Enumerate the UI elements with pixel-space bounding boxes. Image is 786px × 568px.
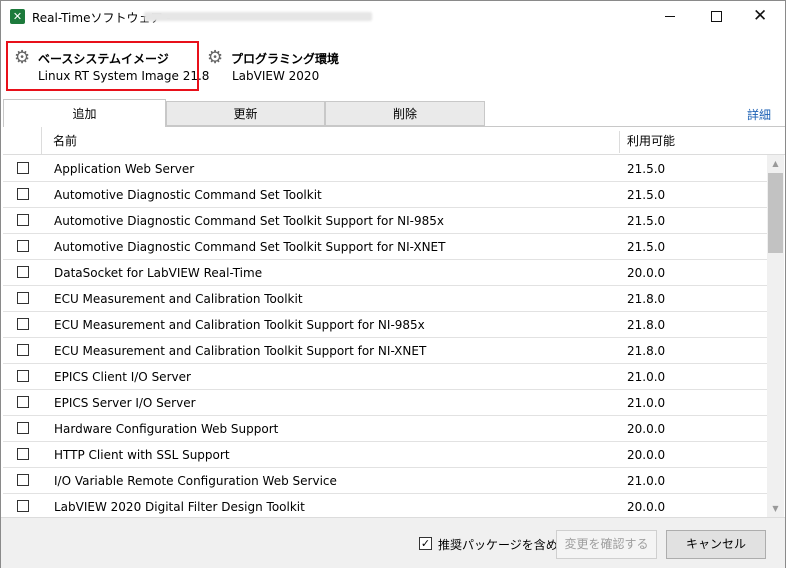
package-name: HTTP Client with SSL Support: [54, 448, 230, 462]
table-row[interactable]: LabVIEW 2020 Digital Filter Design Toolk…: [3, 494, 767, 517]
package-version: 21.5.0: [627, 240, 666, 254]
package-name: ECU Measurement and Calibration Toolkit: [54, 292, 303, 306]
row-checkbox[interactable]: [17, 266, 29, 278]
row-checkbox[interactable]: [17, 422, 29, 434]
tab-remove[interactable]: 削除: [325, 101, 485, 126]
table-row[interactable]: Automotive Diagnostic Command Set Toolki…: [3, 208, 767, 234]
scroll-down-icon[interactable]: ▼: [767, 500, 784, 517]
table-header: 名前 利用可能: [3, 127, 785, 155]
package-version: 21.8.0: [627, 318, 666, 332]
minimize-icon: [665, 16, 675, 17]
row-checkbox[interactable]: [17, 474, 29, 486]
scroll-thumb[interactable]: [768, 173, 783, 253]
package-name: Hardware Configuration Web Support: [54, 422, 279, 436]
table-row[interactable]: EPICS Server I/O Server 21.0.0: [3, 390, 767, 416]
package-version: 21.8.0: [627, 344, 666, 358]
maximize-button[interactable]: [693, 1, 739, 32]
tab-update[interactable]: 更新: [166, 101, 325, 126]
footer: ✓ 推奨パッケージを含める 変更を確認する キャンセル: [1, 517, 785, 568]
scroll-up-icon[interactable]: ▲: [767, 155, 784, 172]
row-checkbox[interactable]: [17, 318, 29, 330]
confirm-changes-button[interactable]: 変更を確認する: [556, 530, 657, 559]
table-row[interactable]: EPICS Client I/O Server 21.0.0: [3, 364, 767, 390]
close-button[interactable]: ✕: [739, 1, 785, 32]
minimize-button[interactable]: [647, 1, 693, 32]
table-row[interactable]: ECU Measurement and Calibration Toolkit 2…: [3, 286, 767, 312]
table-row[interactable]: HTTP Client with SSL Support 20.0.0: [3, 442, 767, 468]
row-checkbox[interactable]: [17, 292, 29, 304]
package-name: Automotive Diagnostic Command Set Toolki…: [54, 214, 444, 228]
row-checkbox[interactable]: [17, 162, 29, 174]
row-checkbox[interactable]: [17, 188, 29, 200]
table-body: Application Web Server 21.5.0 Automotive D…: [3, 156, 767, 517]
redacted-title-text: [144, 12, 372, 21]
row-checkbox[interactable]: [17, 214, 29, 226]
package-version: 21.5.0: [627, 162, 666, 176]
programming-environment-panel[interactable]: ⚙ プログラミング環境 LabVIEW 2020: [205, 42, 365, 89]
table-row[interactable]: Automotive Diagnostic Command Set Toolki…: [3, 234, 767, 260]
package-name: EPICS Server I/O Server: [54, 396, 196, 410]
tab-add[interactable]: 追加: [3, 99, 166, 127]
package-name: ECU Measurement and Calibration Toolkit …: [54, 318, 425, 332]
package-name: DataSocket for LabVIEW Real-Time: [54, 266, 263, 280]
package-name: EPICS Client I/O Server: [54, 370, 191, 384]
package-version: 20.0.0: [627, 448, 666, 462]
table-row[interactable]: Hardware Configuration Web Support 20.0.0: [3, 416, 767, 442]
dialog-window: ✕ Real-Timeソフトウェア - ✕ ⚙ ベースシステムイメージ Linu…: [0, 0, 786, 568]
table-row[interactable]: DataSocket for LabVIEW Real-Time 20.0.0: [3, 260, 767, 286]
base-system-image-panel[interactable]: ⚙ ベースシステムイメージ Linux RT System Image 21.8: [6, 41, 209, 91]
details-link[interactable]: 詳細: [747, 106, 771, 123]
package-name: Automotive Diagnostic Command Set Toolki…: [54, 188, 322, 202]
package-name: Application Web Server: [54, 162, 195, 176]
tab-bar: 追加 更新 削除: [3, 99, 785, 127]
package-version: 20.0.0: [627, 500, 666, 514]
package-version: 21.0.0: [627, 396, 666, 410]
package-version: 21.5.0: [627, 188, 666, 202]
maximize-icon: [711, 11, 722, 22]
table-row[interactable]: Application Web Server 21.5.0: [3, 156, 767, 182]
package-name: LabVIEW 2020 Digital Filter Design Toolk…: [54, 500, 305, 514]
base-image-title: ベースシステムイメージ: [38, 52, 169, 66]
table-row[interactable]: ECU Measurement and Calibration Toolkit …: [3, 338, 767, 364]
package-version: 21.0.0: [627, 474, 666, 488]
close-icon: ✕: [753, 6, 768, 26]
include-recommended-label[interactable]: 推奨パッケージを含める: [438, 536, 570, 553]
package-name: ECU Measurement and Calibration Toolkit …: [54, 344, 427, 358]
package-version: 20.0.0: [627, 266, 666, 280]
row-checkbox[interactable]: [17, 344, 29, 356]
row-checkbox[interactable]: [17, 448, 29, 460]
package-version: 21.0.0: [627, 370, 666, 384]
table-row[interactable]: I/O Variable Remote Configuration Web Se…: [3, 468, 767, 494]
programming-env-title: プログラミング環境: [231, 52, 340, 66]
gear-icon: ⚙: [14, 47, 31, 68]
column-divider: [619, 131, 620, 153]
programming-env-value: LabVIEW 2020: [232, 69, 320, 83]
gear-icon: ⚙: [207, 47, 224, 68]
row-checkbox[interactable]: [17, 240, 29, 252]
package-version: 21.5.0: [627, 214, 666, 228]
column-header-name[interactable]: 名前: [53, 127, 77, 154]
cancel-button[interactable]: キャンセル: [666, 530, 766, 559]
package-table: 名前 利用可能 Application Web Server 21.5.0 Auto…: [3, 127, 785, 517]
app-icon: ✕: [10, 9, 25, 24]
package-version: 20.0.0: [627, 422, 666, 436]
package-name: I/O Variable Remote Configuration Web Se…: [54, 474, 337, 488]
base-image-value: Linux RT System Image 21.8: [38, 69, 210, 83]
select-column-header[interactable]: [3, 127, 42, 154]
table-row[interactable]: Automotive Diagnostic Command Set Toolki…: [3, 182, 767, 208]
package-name: Automotive Diagnostic Command Set Toolki…: [54, 240, 446, 254]
row-checkbox[interactable]: [17, 500, 29, 512]
vertical-scrollbar[interactable]: ▲ ▼: [767, 155, 784, 517]
row-checkbox[interactable]: [17, 396, 29, 408]
table-row[interactable]: ECU Measurement and Calibration Toolkit …: [3, 312, 767, 338]
row-checkbox[interactable]: [17, 370, 29, 382]
package-version: 21.8.0: [627, 292, 666, 306]
column-header-version[interactable]: 利用可能: [627, 127, 675, 154]
title-bar: ✕ Real-Timeソフトウェア - ✕: [1, 1, 785, 32]
checkmark-icon[interactable]: ✓: [419, 537, 432, 550]
